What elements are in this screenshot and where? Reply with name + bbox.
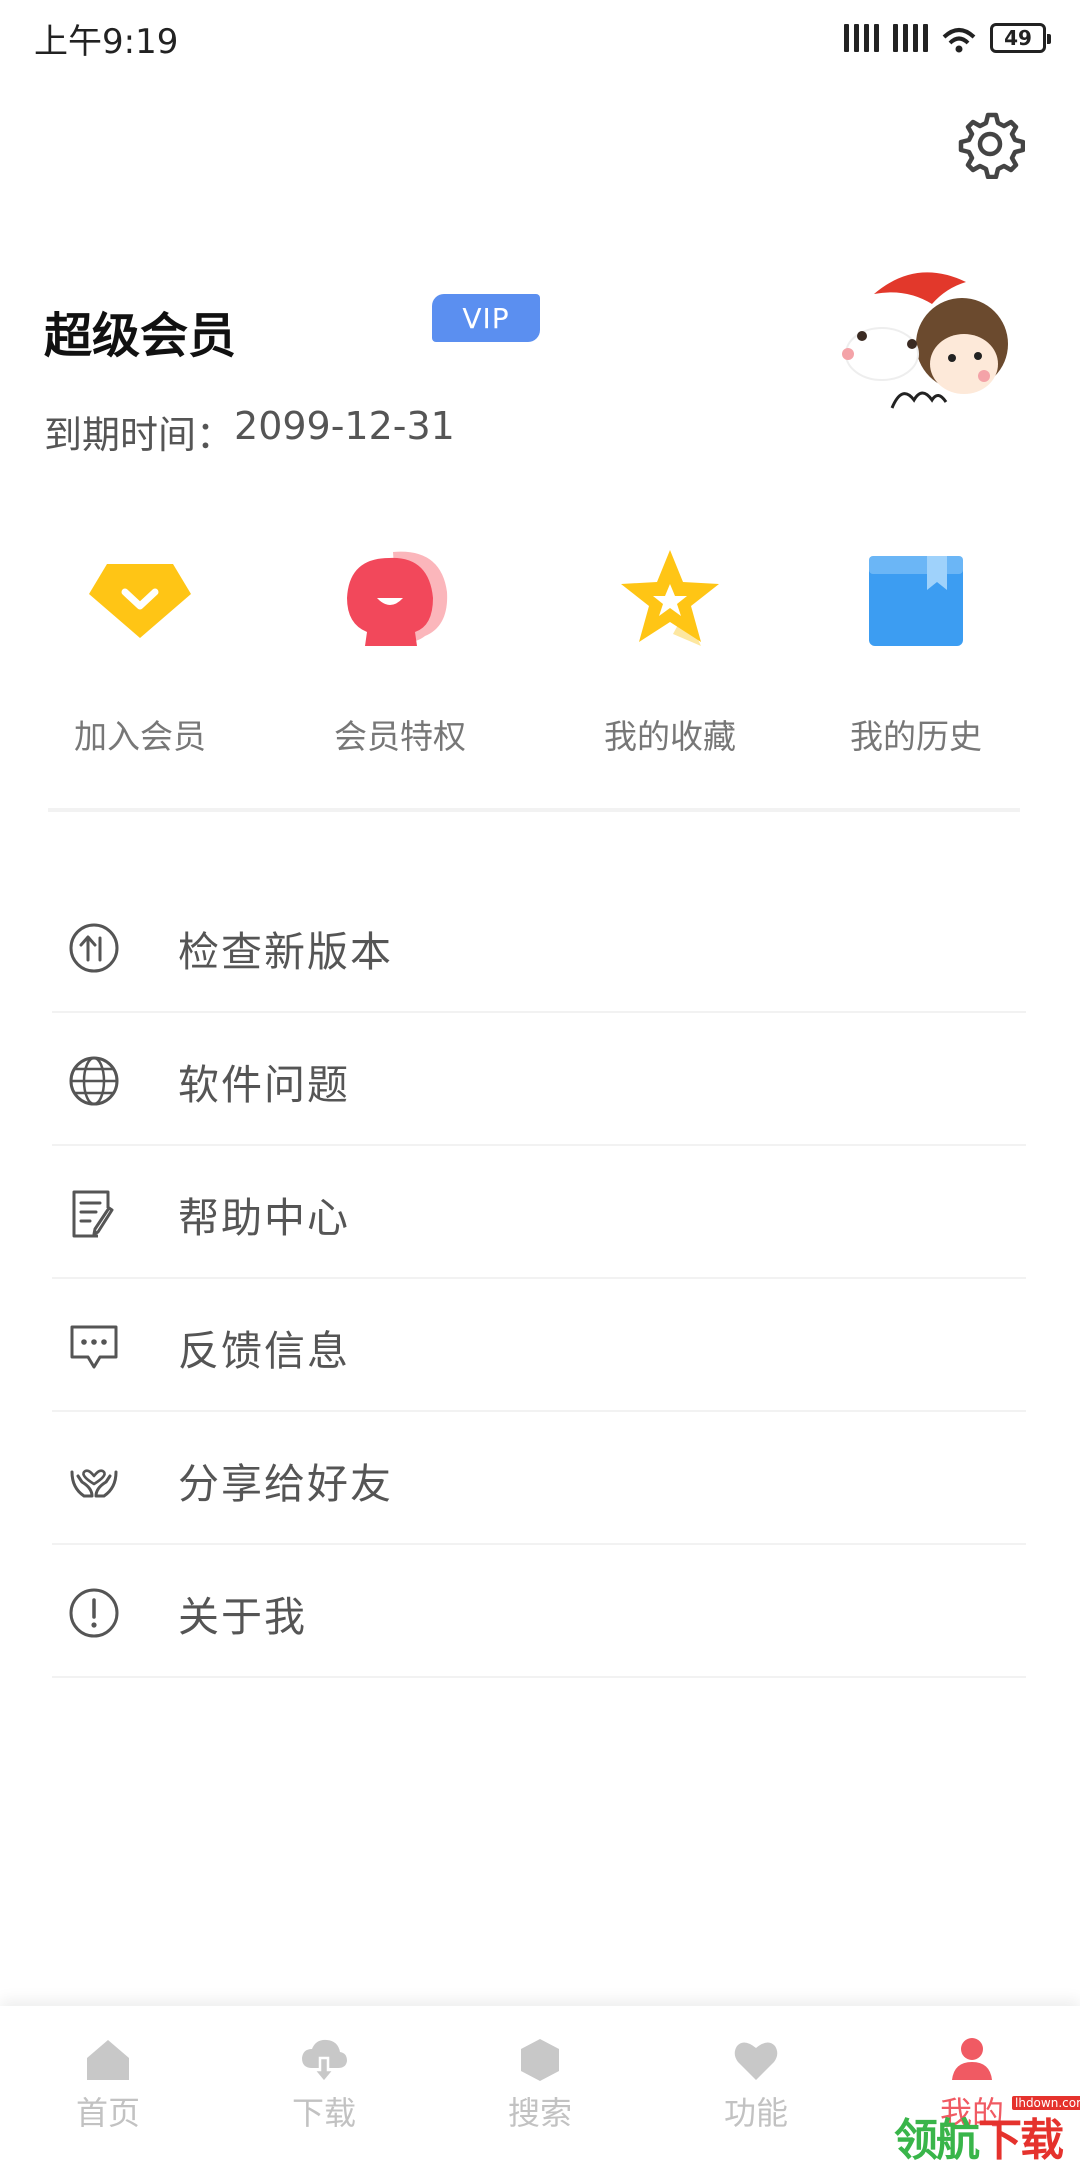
quick-label: 我的收藏: [604, 717, 736, 756]
status-time: 上午9:19: [34, 22, 179, 62]
vip-badge: VIP: [432, 294, 540, 342]
menu-help-center[interactable]: 帮助中心: [52, 1146, 1026, 1279]
expire-row: 到期时间： 2099-12-31: [44, 404, 455, 459]
status-bar: 上午9:19 49: [0, 0, 1080, 80]
menu-about[interactable]: 关于我: [52, 1545, 1026, 1678]
quick-vip-privilege[interactable]: 会员特权: [280, 546, 520, 766]
tab-functions[interactable]: 功能: [648, 2006, 864, 2160]
tab-home[interactable]: 首页: [0, 2006, 216, 2160]
tab-search[interactable]: 搜索: [432, 2006, 648, 2160]
watermark-url: lhdown.com: [1012, 2096, 1080, 2110]
diamond-icon: [89, 564, 191, 638]
site-watermark: 领航下载 lhdown.com: [894, 2096, 1080, 2160]
quick-join-vip[interactable]: 加入会员: [20, 546, 260, 766]
hexagon-icon: [521, 2039, 559, 2081]
heart-hands-icon: [70, 1469, 118, 1498]
menu-software-issues[interactable]: 软件问题: [52, 1013, 1026, 1146]
upload-circle-icon: [69, 923, 119, 973]
watermark-brand: 领航下载: [894, 2104, 1064, 2160]
quick-label: 我的历史: [850, 717, 982, 756]
wifi-icon: [942, 28, 976, 53]
menu-label: 关于我: [178, 1593, 307, 1641]
signal-icon: [844, 24, 879, 52]
watermark-brand-green: 领航: [894, 2115, 980, 2160]
tab-label: 下载: [291, 2094, 356, 2132]
quick-my-favorites[interactable]: 我的收藏: [550, 546, 790, 766]
expire-label: 到期时间：: [44, 413, 235, 457]
globe-icon: [69, 1056, 119, 1106]
settings-button[interactable]: [952, 106, 1028, 182]
menu-feedback[interactable]: 反馈信息: [52, 1279, 1026, 1412]
quick-my-history[interactable]: 我的历史: [796, 546, 1036, 766]
battery-icon: 49: [990, 23, 1051, 53]
menu-label: 反馈信息: [178, 1327, 350, 1375]
home-icon: [87, 2040, 129, 2080]
heart-icon: [734, 2042, 778, 2080]
settings-menu: 检查新版本 软件问题 帮助中心 反馈信息 分享给好友 关于我: [52, 880, 1026, 1678]
menu-label: 软件问题: [178, 1061, 350, 1109]
menu-check-update[interactable]: 检查新版本: [52, 880, 1026, 1013]
tab-label: 功能: [723, 2094, 788, 2132]
tab-label: 首页: [75, 2094, 140, 2132]
cloud-download-icon: [302, 2039, 347, 2084]
quick-label: 会员特权: [334, 717, 466, 756]
watermark-brand-red: 下载: [978, 2115, 1064, 2160]
avatar[interactable]: [836, 258, 1016, 438]
section-divider: [48, 808, 1020, 812]
avatar-image: [842, 272, 1008, 409]
member-title: 超级会员: [44, 308, 237, 364]
quick-actions: 加入会员 会员特权 我的收藏 我的历史: [0, 546, 1080, 766]
expire-date: 2099-12-31: [234, 404, 455, 448]
message-icon: [70, 1325, 118, 1369]
chat-bubble-icon: [347, 551, 448, 646]
signal-icon-2: [893, 24, 928, 52]
menu-label: 检查新版本: [178, 928, 393, 976]
menu-share[interactable]: 分享给好友: [52, 1412, 1026, 1545]
menu-label: 帮助中心: [178, 1194, 350, 1242]
tab-label: 搜索: [507, 2094, 572, 2132]
tab-download[interactable]: 下载: [216, 2006, 432, 2160]
history-box-icon: [869, 556, 963, 646]
gear-icon: [958, 112, 1025, 179]
menu-label: 分享给好友: [178, 1460, 393, 1508]
star-icon: [621, 550, 719, 646]
status-icons: 49: [844, 20, 1051, 56]
info-circle-icon: [69, 1588, 119, 1638]
battery-level: 49: [1004, 26, 1032, 50]
person-icon: [952, 2038, 992, 2080]
document-edit-icon: [72, 1190, 114, 1238]
quick-label: 加入会员: [74, 717, 206, 756]
